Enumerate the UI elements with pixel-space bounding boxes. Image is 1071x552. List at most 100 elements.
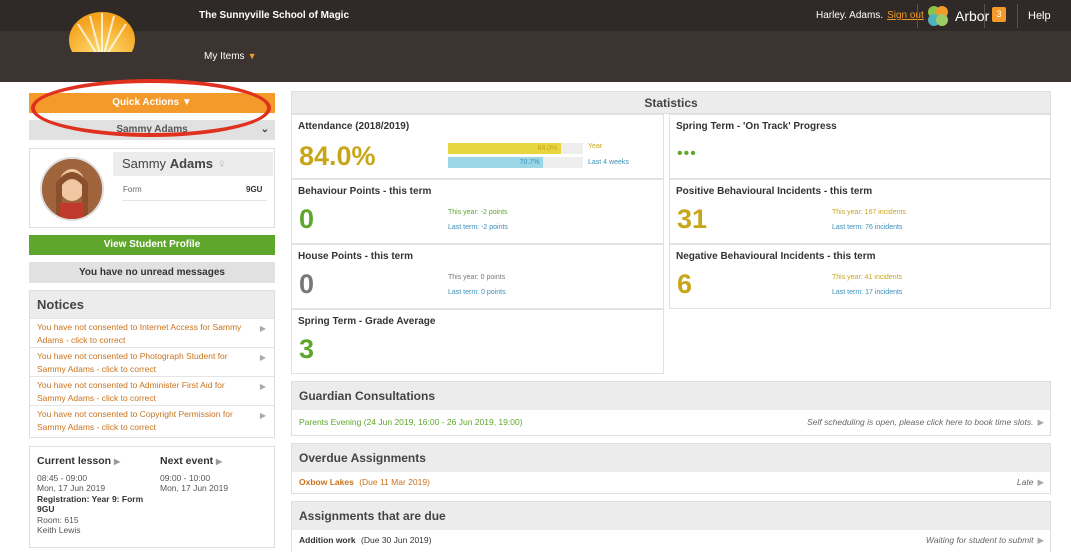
notice-item[interactable]: You have not consented to Internet Acces… — [30, 318, 274, 347]
guardian-action: Self scheduling is open, please click he… — [807, 417, 1034, 427]
view-student-profile-button[interactable]: View Student Profile — [29, 235, 275, 255]
arrow-right-icon: ▶ — [114, 457, 121, 466]
behaviour-details: This year: -2 points Last term: -2 point… — [448, 205, 508, 235]
caret-down-icon: ▼ — [247, 51, 257, 61]
assignments-due: Assignments that are due Addition work (… — [291, 501, 1051, 552]
overdue-item: Oxbow Lakes — [299, 477, 354, 487]
negative-title: Negative Behavioural Incidents - this te… — [676, 251, 876, 262]
arrow-right-icon: ▶ — [1037, 535, 1044, 545]
house-value: 0 — [299, 269, 315, 299]
sign-out-link[interactable]: Sign out — [887, 10, 924, 21]
positive-cell[interactable]: Positive Behavioural Incidents - this te… — [669, 179, 1051, 244]
behaviour-cell[interactable]: Behaviour Points - this term 0 This year… — [291, 179, 664, 244]
due-item: Addition work — [299, 535, 356, 545]
overdue-title: Overdue Assignments — [292, 444, 1050, 472]
next-event[interactable]: Next event ▶ 09:00 - 10:00 Mon, 17 Jun 2… — [160, 456, 270, 494]
overdue-status: Late — [1016, 477, 1034, 487]
grade-cell[interactable]: Spring Term - Grade Average 3 — [291, 309, 664, 374]
profile-card: Sammy Adams ♀ Form 9GU — [29, 148, 275, 228]
notice-item[interactable]: You have not consented to Copyright Perm… — [30, 405, 274, 434]
current-lesson-room: Room: 615 — [37, 514, 79, 525]
lessons-panel: Current lesson ▶ 08:45 - 09:00 Mon, 17 J… — [29, 446, 275, 548]
negative-value: 6 — [677, 269, 693, 299]
on-track-cell[interactable]: Spring Term - 'On Track' Progress ••• — [669, 114, 1051, 179]
divider — [122, 200, 267, 201]
notification-badge[interactable]: 3 — [992, 7, 1006, 22]
arrow-right-icon: ▶ — [259, 324, 266, 333]
notice-text: You have not consented to Copyright Perm… — [37, 409, 233, 432]
attendance-year-text: Year — [588, 143, 603, 150]
guardian-row[interactable]: Parents Evening (24 Jun 2019, 16:00 - 26… — [292, 410, 1050, 434]
current-lesson-registration: Registration: Year 9: Form 9GU — [37, 493, 144, 515]
guardian-title: Guardian Consultations — [292, 382, 1050, 410]
arrow-right-icon: ▶ — [1037, 417, 1044, 427]
arrow-right-icon: ▶ — [1037, 477, 1044, 487]
guardian-event: Parents Evening (24 Jun 2019, 16:00 - 26… — [299, 417, 523, 427]
arbor-logo-icon — [928, 6, 948, 26]
due-title: Assignments that are due — [292, 502, 1050, 530]
positive-value: 31 — [677, 204, 708, 234]
notice-text: You have not consented to Internet Acces… — [37, 322, 242, 345]
behaviour-title: Behaviour Points - this term — [298, 186, 432, 197]
negative-details: This year: 41 incidents Last term: 17 in… — [832, 270, 902, 300]
behaviour-value: 0 — [299, 204, 315, 234]
school-logo[interactable] — [68, 10, 136, 68]
notice-item[interactable]: You have not consented to Photograph Stu… — [30, 347, 274, 376]
chevron-down-icon: ⌄ — [260, 124, 269, 135]
overdue-assignments: Overdue Assignments Oxbow Lakes (Due 11 … — [291, 443, 1051, 494]
student-photo — [42, 159, 102, 219]
positive-this-year: This year: 167 incidents — [832, 209, 906, 216]
my-items-label: My Items — [204, 51, 245, 62]
on-track-value: ••• — [677, 145, 697, 162]
form-value: 9GU — [246, 185, 263, 194]
notice-text: You have not consented to Administer Fir… — [37, 380, 225, 403]
current-lesson[interactable]: Current lesson ▶ 08:45 - 09:00 Mon, 17 J… — [37, 456, 149, 536]
due-date: (Due 30 Jun 2019) — [361, 535, 432, 545]
top-bar: The Sunnyville School of Magic My Items ▼… — [0, 0, 1071, 82]
my-items-menu[interactable]: My Items ▼ — [204, 51, 256, 62]
form-label: Form — [123, 185, 142, 194]
house-cell[interactable]: House Points - this term 0 This year: 0 … — [291, 244, 664, 309]
on-track-title: Spring Term - 'On Track' Progress — [676, 121, 837, 132]
current-lesson-time: 08:45 - 09:00 — [37, 472, 88, 483]
next-event-date: Mon, 17 Jun 2019 — [160, 483, 229, 493]
user-name: Harley. Adams. — [816, 10, 884, 21]
negative-last-term: Last term: 17 incidents — [832, 289, 903, 296]
notices-panel: Notices You have not consented to Intern… — [29, 290, 275, 438]
negative-cell[interactable]: Negative Behavioural Incidents - this te… — [669, 244, 1051, 309]
house-last-term: Last term: 0 points — [448, 289, 506, 296]
attendance-title: Attendance (2018/2019) — [298, 121, 410, 132]
statistics-title: Statistics — [291, 91, 1051, 114]
negative-this-year: This year: 41 incidents — [832, 274, 903, 281]
notice-text: You have not consented to Photograph Stu… — [37, 351, 228, 374]
next-event-title: Next event — [160, 455, 214, 467]
guardian-consultations: Guardian Consultations Parents Evening (… — [291, 381, 1051, 436]
attendance-year-bar: 84.0% — [448, 143, 583, 154]
messages-bar[interactable]: You have no unread messages — [29, 262, 275, 283]
current-lesson-title: Current lesson — [37, 455, 112, 467]
arbor-brand[interactable]: Arbor — [926, 5, 989, 27]
student-last-name: Adams — [169, 156, 214, 171]
attendance-weeks-fill: 70.7% — [448, 157, 544, 168]
current-lesson-teacher: Keith Lewis — [37, 525, 81, 535]
house-title: House Points - this term — [298, 251, 414, 262]
attendance-cell[interactable]: Attendance (2018/2019) 84.0% 84.0% Year … — [291, 114, 664, 179]
help-link[interactable]: Help — [1028, 10, 1051, 22]
attendance-weeks-text: Last 4 weeks — [588, 159, 629, 166]
divider — [1017, 4, 1018, 28]
overdue-due: (Due 11 Mar 2019) — [359, 477, 430, 487]
female-icon: ♀ — [217, 156, 227, 171]
divider — [984, 4, 985, 28]
notice-item[interactable]: You have not consented to Administer Fir… — [30, 376, 274, 405]
due-row[interactable]: Addition work (Due 30 Jun 2019) Waiting … — [292, 530, 1050, 551]
grade-title: Spring Term - Grade Average — [298, 316, 436, 327]
avatar[interactable] — [40, 157, 104, 221]
profile-name: Sammy Adams ♀ — [113, 152, 273, 176]
divider — [917, 4, 918, 28]
attendance-weeks-bar: 70.7% — [448, 157, 583, 168]
overdue-row[interactable]: Oxbow Lakes (Due 11 Mar 2019) Late ▶ — [292, 472, 1050, 493]
next-event-time: 09:00 - 10:00 — [160, 472, 211, 483]
current-lesson-date: Mon, 17 Jun 2019 — [37, 483, 106, 493]
attendance-year-fill: 84.0% — [448, 143, 562, 154]
notices-title: Notices — [30, 291, 274, 318]
